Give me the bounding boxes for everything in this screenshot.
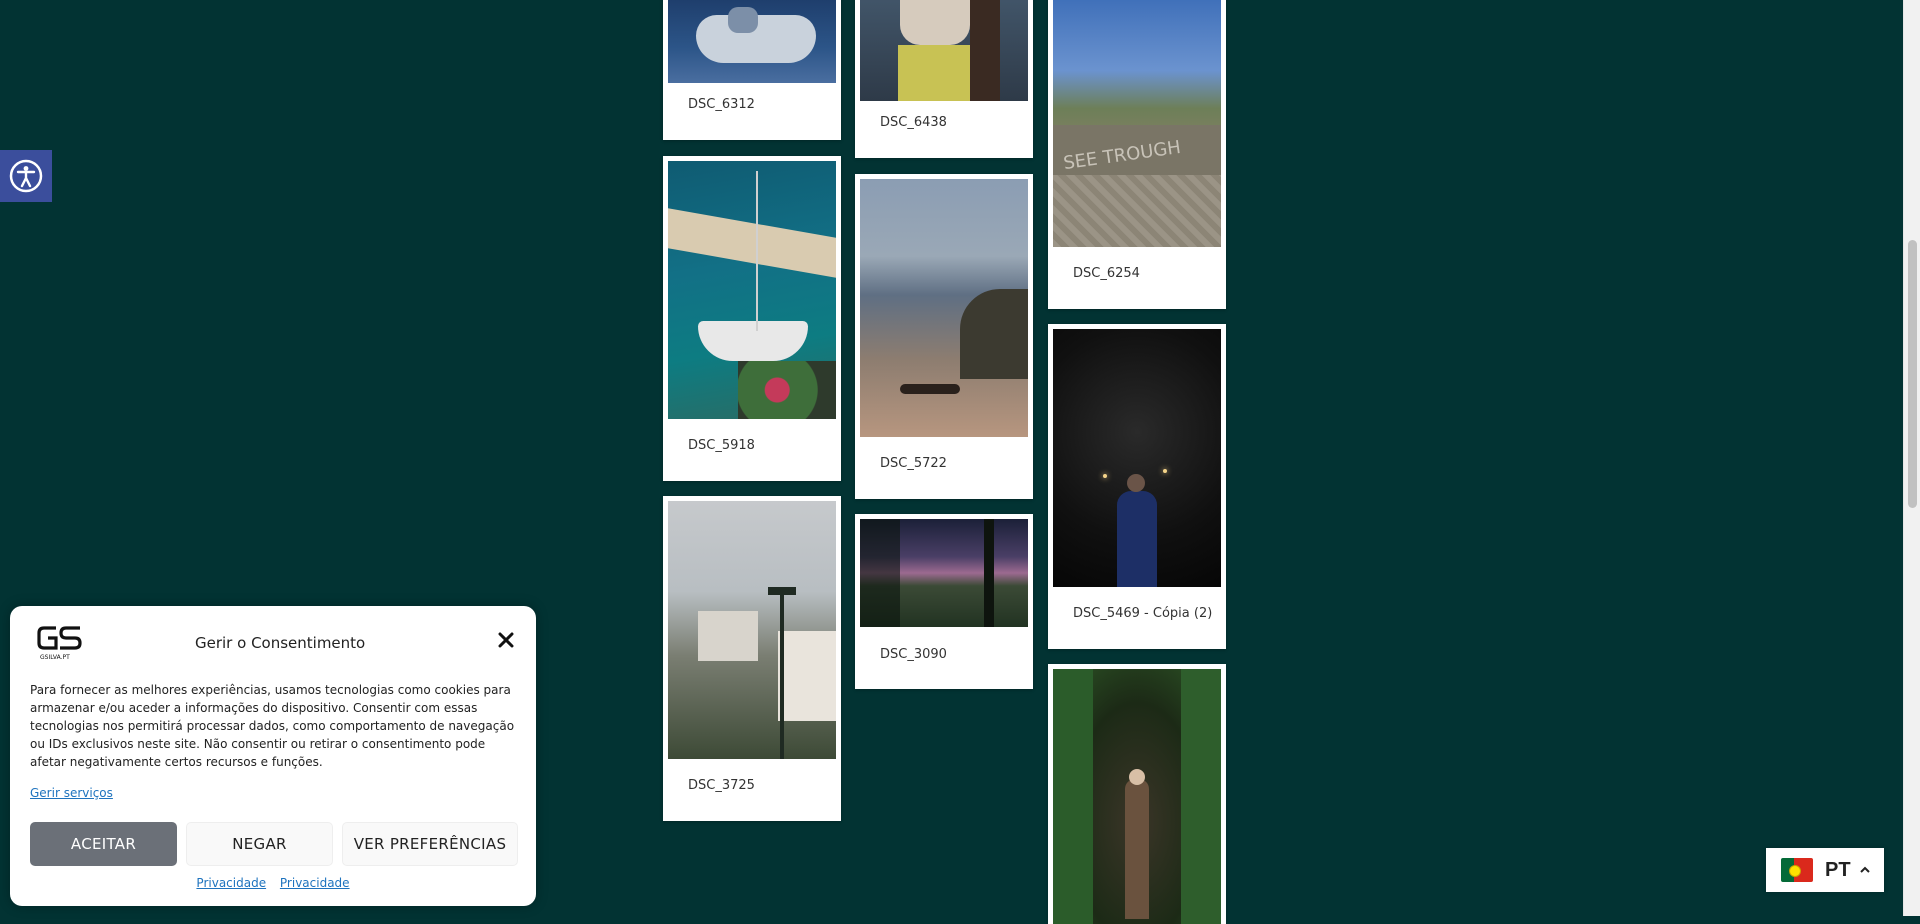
portugal-flag-icon — [1781, 858, 1813, 882]
language-switcher[interactable]: PT — [1766, 848, 1884, 892]
scrollbar-thumb[interactable] — [1908, 240, 1917, 508]
gallery-card[interactable]: DSC_5918 — [663, 156, 841, 481]
photo-caption: DSC_3090 — [880, 647, 947, 662]
photo-sailboat — [668, 161, 836, 419]
photo-sunset — [860, 519, 1028, 627]
photo-caption: DSC_6312 — [688, 97, 755, 112]
photo-graffiti-wall: SEE TROUGH — [1053, 0, 1221, 247]
accessibility-icon — [9, 159, 43, 193]
accept-button[interactable]: ACEITAR — [30, 822, 177, 866]
photo-garden-archway — [1053, 669, 1221, 924]
gallery-card[interactable]: DSC_3725 — [663, 496, 841, 821]
photo-night-person — [1053, 329, 1221, 587]
gallery-card[interactable]: SEE TROUGH DSC_6254 — [1048, 0, 1226, 309]
photo-boat — [668, 0, 836, 83]
consent-title: Gerir o Consentimento — [195, 634, 366, 652]
view-preferences-button[interactable]: VER PREFERÊNCIAS — [342, 822, 518, 866]
gallery-card[interactable]: DSC_3090 — [855, 514, 1033, 689]
photo-caption: DSC_6254 — [1073, 266, 1140, 281]
gallery-card[interactable]: DSC_5722 — [855, 174, 1033, 499]
privacy-links: Privacidade Privacidade — [10, 876, 536, 890]
manage-services-link[interactable]: Gerir serviços — [30, 786, 113, 800]
svg-text:GSILVA.PT: GSILVA.PT — [40, 654, 70, 661]
consent-description: Para fornecer as melhores experiências, … — [30, 683, 515, 769]
photo-caption: DSC_6438 — [880, 115, 947, 130]
gallery-card[interactable]: DSC_6312 — [663, 0, 841, 140]
consent-dialog: GSILVA.PT Gerir o Consentimento Para for… — [10, 606, 536, 906]
gallery-card[interactable]: DSC_5469 - Cópia (2) — [1048, 324, 1226, 649]
photo-beach — [860, 179, 1028, 437]
photo-street-lamp — [668, 501, 836, 759]
photo-caption: DSC_5469 - Cópia (2) — [1073, 606, 1213, 621]
language-code: PT — [1825, 858, 1851, 881]
photo-caption: DSC_5918 — [688, 438, 755, 453]
privacy-link[interactable]: Privacidade — [280, 876, 350, 890]
photo-caption: DSC_5722 — [880, 456, 947, 471]
gallery-card[interactable]: DSC_6438 — [855, 0, 1033, 158]
accessibility-button[interactable] — [0, 150, 52, 202]
privacy-link[interactable]: Privacidade — [196, 876, 266, 890]
photo-caption: DSC_3725 — [688, 778, 755, 793]
chevron-up-icon — [1859, 866, 1870, 873]
site-logo: GSILVA.PT — [36, 622, 84, 667]
scrollbar[interactable] — [1903, 0, 1920, 916]
close-icon[interactable] — [496, 630, 516, 650]
photo-person-yellow — [860, 0, 1028, 101]
gallery-card[interactable] — [1048, 664, 1226, 924]
deny-button[interactable]: NEGAR — [186, 822, 333, 866]
